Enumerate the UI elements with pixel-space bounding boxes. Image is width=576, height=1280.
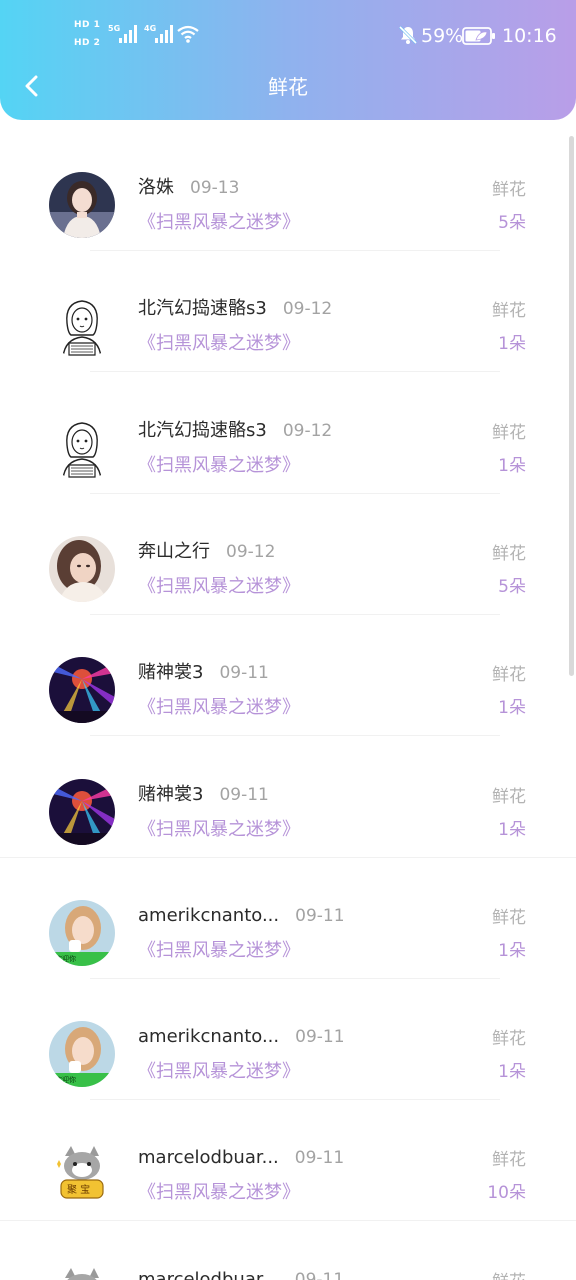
app-header: HD 1 HD 2 5G 4G 59% 10:16 鲜花 xyxy=(0,0,576,120)
gift-count: 1朵 xyxy=(498,819,526,840)
user-name: 北汽幻捣速骼s3 xyxy=(138,298,267,320)
work-title-link[interactable]: 《扫黑风暴之迷梦》 xyxy=(138,695,300,721)
sketch-girl-avatar[interactable] xyxy=(49,414,115,481)
gift-type-label: 鲜花 xyxy=(492,422,526,443)
selfie-girl-avatar[interactable]: 欢迎你 xyxy=(49,899,115,966)
gift-type-label: 鲜花 xyxy=(492,786,526,807)
work-title-link[interactable]: 《扫黑风暴之迷梦》 xyxy=(138,1059,300,1085)
user-name: 奔山之行 xyxy=(138,540,210,562)
gift-count: 1朵 xyxy=(498,455,526,476)
gift-count: 1朵 xyxy=(498,940,526,961)
list-item[interactable]: 北汽幻捣速骼s3 09-12 《扫黑风暴之迷梦》 鲜花 1朵 xyxy=(0,373,576,494)
work-title-link[interactable]: 《扫黑风暴之迷梦》 xyxy=(138,331,300,357)
hd-indicators: HD 1 HD 2 xyxy=(74,18,104,52)
gift-date: 09-12 xyxy=(226,541,276,562)
hd1-badge: HD 1 xyxy=(74,20,101,30)
svg-text:聚 宝: 聚 宝 xyxy=(67,1183,90,1196)
user-name: amerikcnanto... xyxy=(138,904,280,926)
concert-lights-avatar[interactable] xyxy=(49,778,115,845)
list-item[interactable]: 赌神裳3 09-11 《扫黑风暴之迷梦》 鲜花 1朵 xyxy=(0,615,576,737)
svg-text:欢迎你: 欢迎你 xyxy=(55,954,76,963)
status-bar: HD 1 HD 2 5G 4G 59% 10:16 xyxy=(0,0,576,70)
gift-count: 10朵 xyxy=(487,1183,526,1204)
user-name: amerikcnanto... xyxy=(138,1026,280,1048)
list-item[interactable]: 欢迎你 amerikcnanto... 09-11 《扫黑风暴之迷梦》 鲜花 1朵 xyxy=(0,979,576,1101)
battery-percent: 59% xyxy=(421,25,464,47)
sketch-girl-avatar[interactable] xyxy=(49,293,115,360)
clock: 10:16 xyxy=(502,25,557,47)
gift-count: 5朵 xyxy=(498,576,526,597)
list-item[interactable]: 聚 宝 marcelodbuar... 09-11 鲜花 xyxy=(0,1222,576,1280)
work-title-link[interactable]: 《扫黑风暴之迷梦》 xyxy=(138,453,300,479)
portrait-woman-avatar[interactable] xyxy=(49,535,115,602)
gift-type-label: 鲜花 xyxy=(492,1150,526,1171)
list-item[interactable]: 赌神裳3 09-11 《扫黑风暴之迷梦》 鲜花 1朵 xyxy=(0,737,576,858)
wifi-icon xyxy=(176,24,200,48)
cat-cartoon-avatar[interactable]: 聚 宝 xyxy=(49,1263,115,1280)
battery-icon xyxy=(462,26,496,50)
gift-type-label: 鲜花 xyxy=(492,665,526,686)
gift-date: 09-11 xyxy=(219,663,269,684)
gift-count: 1朵 xyxy=(498,334,526,355)
gift-type-label: 鲜花 xyxy=(492,1029,526,1050)
gift-date: 09-12 xyxy=(282,420,333,441)
gift-date: 09-11 xyxy=(219,784,269,805)
gift-date: 09-12 xyxy=(282,299,333,320)
cat-cartoon-avatar[interactable]: 聚 宝 xyxy=(49,1142,115,1209)
svg-text:4G: 4G xyxy=(144,24,156,33)
user-name: marcelodbuar... xyxy=(138,1147,279,1169)
gift-type-label: 鲜花 xyxy=(492,1269,526,1280)
gift-date: 09-13 xyxy=(190,178,240,198)
signal-5g-icon: 5G xyxy=(108,22,138,48)
gift-type-label: 鲜花 xyxy=(492,301,526,322)
list-item[interactable]: 奔山之行 09-12 《扫黑风暴之迷梦》 鲜花 5朵 xyxy=(0,494,576,615)
scrollbar[interactable] xyxy=(569,136,574,676)
mute-bell-icon xyxy=(398,25,418,49)
work-title-link[interactable]: 《扫黑风暴之迷梦》 xyxy=(138,574,300,600)
user-name: 赌神裳3 xyxy=(138,783,204,805)
user-name: 洛姝 xyxy=(138,177,174,198)
gift-count: 1朵 xyxy=(498,1062,526,1083)
user-name: 赌神裳3 xyxy=(138,662,204,684)
gift-count: 1朵 xyxy=(498,698,526,719)
gift-date: 09-11 xyxy=(295,1027,345,1048)
work-title-link[interactable]: 《扫黑风暴之迷梦》 xyxy=(138,1180,300,1206)
gift-type-label: 鲜花 xyxy=(492,543,526,564)
portrait-girl-avatar[interactable] xyxy=(49,172,115,238)
selfie-girl-avatar[interactable]: 欢迎你 xyxy=(49,1021,115,1088)
list-item[interactable]: 聚 宝 marcelodbuar... 09-11 《扫黑风暴之迷梦》 鲜花 10朵 xyxy=(0,1100,576,1222)
concert-lights-avatar[interactable] xyxy=(49,657,115,724)
svg-text:欢迎你: 欢迎你 xyxy=(55,1075,76,1084)
svg-text:5G: 5G xyxy=(108,24,120,33)
list-item[interactable]: 北汽幻捣速骼s3 09-12 《扫黑风暴之迷梦》 鲜花 1朵 xyxy=(0,251,576,373)
list-item[interactable]: 欢迎你 amerikcnanto... 09-11 《扫黑风暴之迷梦》 鲜花 1朵 xyxy=(0,858,576,979)
gift-date: 09-11 xyxy=(294,1148,345,1169)
gift-type-label: 鲜花 xyxy=(492,180,526,200)
work-title-link[interactable]: 《扫黑风暴之迷梦》 xyxy=(138,817,300,843)
gift-date: 09-11 xyxy=(295,905,345,926)
list-item[interactable]: 洛姝 09-13 《扫黑风暴之迷梦》 鲜花 5朵 xyxy=(0,130,576,251)
signal-4g-icon: 4G xyxy=(144,22,174,48)
user-name: 北汽幻捣速骼s3 xyxy=(138,419,267,441)
gift-type-label: 鲜花 xyxy=(492,907,526,928)
page-title: 鲜花 xyxy=(268,75,308,99)
hd2-badge: HD 2 xyxy=(74,38,101,48)
gift-count: 5朵 xyxy=(498,213,526,233)
work-title-link[interactable]: 《扫黑风暴之迷梦》 xyxy=(138,210,300,236)
user-name: marcelodbuar... xyxy=(138,1268,279,1280)
work-title-link[interactable]: 《扫黑风暴之迷梦》 xyxy=(138,938,300,964)
gift-date: 09-11 xyxy=(294,1269,345,1280)
